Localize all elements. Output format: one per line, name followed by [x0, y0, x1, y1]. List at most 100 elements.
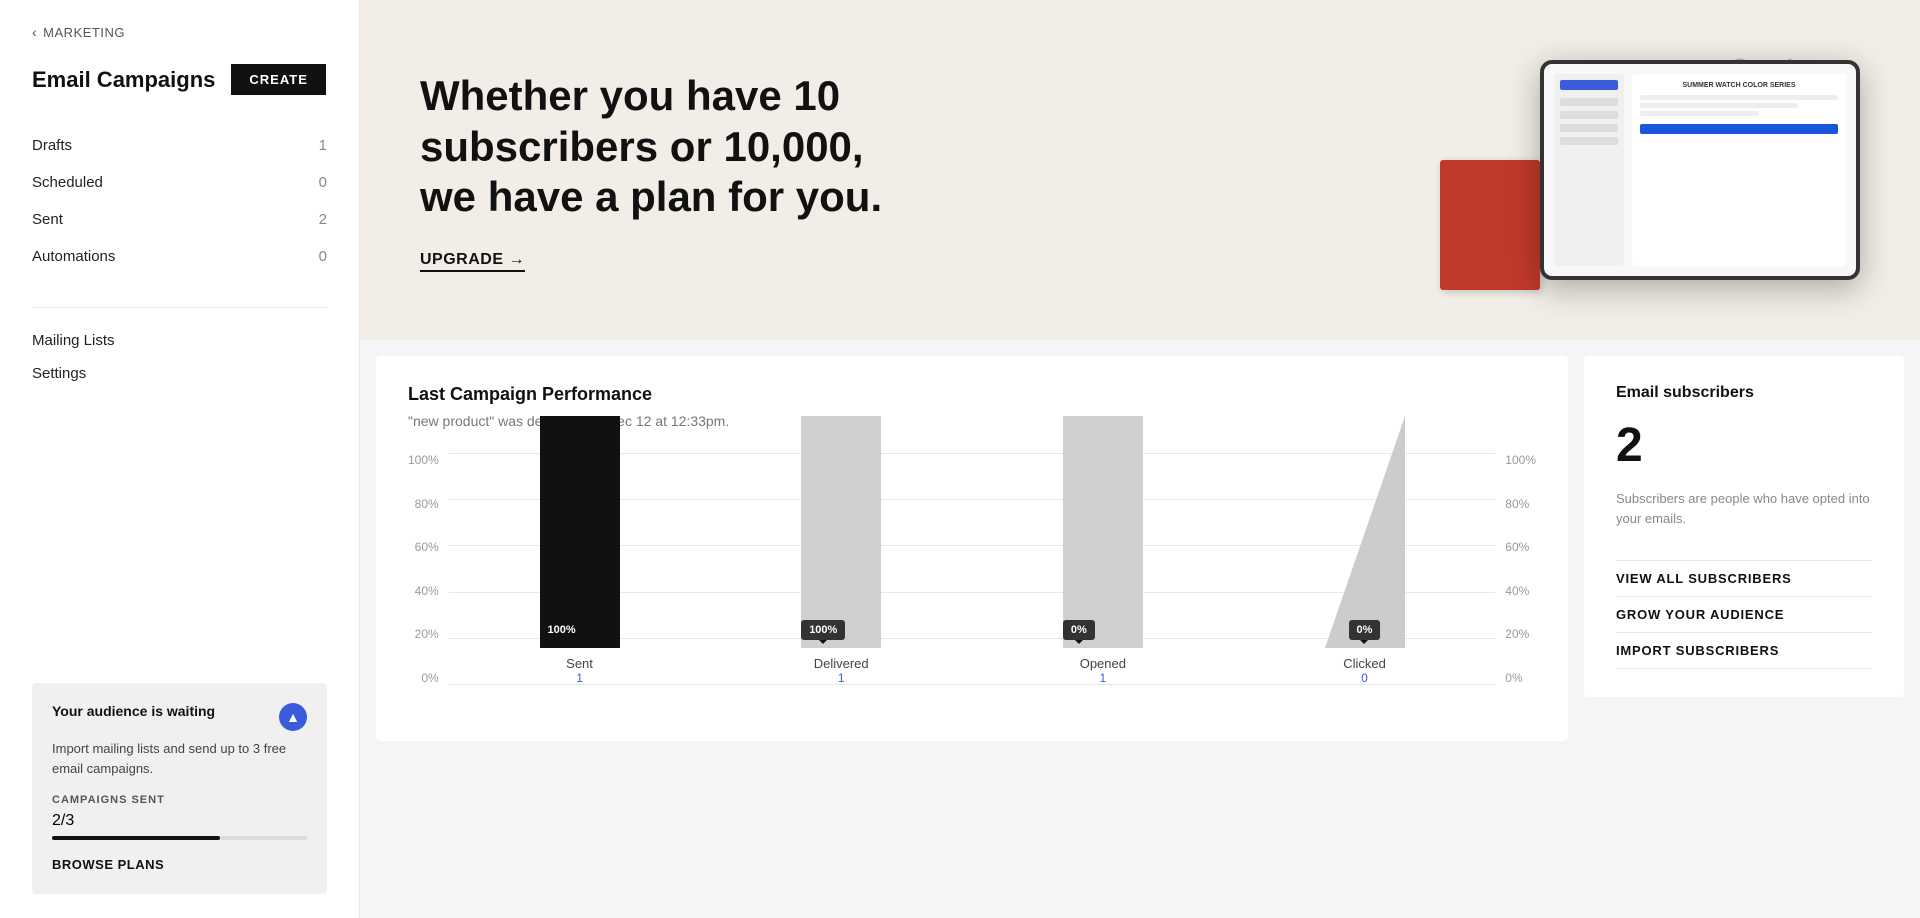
chart-y-axis-right: 100% 80% 60% 40% 20% 0% — [1495, 453, 1536, 713]
nav-label-mailing-lists: Mailing Lists — [32, 332, 115, 349]
chart-container: 100% 80% 60% 40% 20% 0% — [408, 453, 1536, 713]
chart-bars-area: 100% Sent 1 100% — [449, 453, 1496, 713]
nav-divider — [32, 307, 327, 308]
performance-card: Last Campaign Performance "new product" … — [376, 356, 1568, 741]
campaigns-sent-label: CAMPAIGNS SENT — [52, 794, 307, 806]
y-label-20-right: 20% — [1505, 627, 1529, 641]
browse-plans-button[interactable]: BROWSE PLANS — [52, 857, 164, 872]
chart-y-axis-left: 100% 80% 60% 40% 20% 0% — [408, 453, 449, 713]
nav-item-scheduled[interactable]: Scheduled 0 — [32, 164, 327, 201]
import-subscribers-link[interactable]: IMPORT SUBSCRIBERS — [1616, 632, 1872, 669]
nav-count-drafts: 1 — [319, 137, 327, 154]
nav-item-automations[interactable]: Automations 0 — [32, 238, 327, 275]
bar-label-clicked: Clicked 0 — [1343, 656, 1386, 685]
nav-label-sent: Sent — [32, 211, 63, 228]
bar-tooltip-opened: 0% — [1063, 620, 1095, 640]
campaigns-sent-value: 2/3 — [52, 812, 74, 830]
bar-label-opened-text: Opened — [1080, 656, 1126, 671]
upgrade-link[interactable]: UPGRADE → — [420, 251, 525, 272]
create-button[interactable]: CREATE — [231, 64, 325, 95]
nav-item-drafts[interactable]: Drafts 1 — [32, 127, 327, 164]
bar-opened: 0% — [1063, 416, 1143, 648]
bar-fill-delivered: 100% — [801, 416, 881, 648]
y-label-60-left: 60% — [415, 540, 439, 554]
promo-title: Your audience is waiting — [52, 703, 215, 719]
y-label-0-right: 0% — [1505, 671, 1522, 685]
bar-group-opened: 0% Opened 1 — [980, 416, 1226, 685]
progress-bar-fill — [52, 836, 220, 840]
red-notebook-decoration — [1440, 160, 1540, 290]
bar-tooltip-sent: 100% — [540, 620, 584, 640]
y-label-40-right: 40% — [1505, 584, 1529, 598]
back-link[interactable]: ‹ MARKETING — [32, 24, 327, 40]
y-label-80-right: 80% — [1505, 497, 1529, 511]
sidebar: ‹ MARKETING Email Campaigns CREATE Draft… — [0, 0, 360, 918]
nav-label-drafts: Drafts — [32, 137, 72, 154]
campaigns-sent-row: 2/3 — [52, 812, 307, 830]
hero-image-area: SUMMER WATCH COLOR SERIES — [1380, 40, 1860, 300]
y-label-80-left: 80% — [415, 497, 439, 511]
sidebar-header: Email Campaigns CREATE — [32, 64, 327, 95]
nav-label-automations: Automations — [32, 248, 115, 265]
bar-group-delivered: 100% Delivered 1 — [718, 416, 964, 685]
nav-links: Mailing Lists Settings — [32, 324, 327, 390]
progress-bar-background — [52, 836, 307, 840]
tablet-sidebar-mockup — [1554, 74, 1624, 266]
tablet-mockup: SUMMER WATCH COLOR SERIES — [1540, 60, 1860, 280]
page-title: Email Campaigns — [32, 67, 215, 93]
bar-delivered: 100% — [801, 416, 881, 648]
bar-sublabel-sent: 1 — [566, 671, 593, 685]
tablet-screen: SUMMER WATCH COLOR SERIES — [1544, 64, 1856, 276]
back-label: MARKETING — [43, 25, 125, 40]
y-label-0-left: 0% — [421, 671, 438, 685]
y-label-100-right: 100% — [1505, 453, 1536, 467]
bar-sublabel-clicked: 0 — [1343, 671, 1386, 685]
subscribers-title: Email subscribers — [1616, 384, 1872, 402]
bar-group-clicked: 0% Clicked 0 — [1242, 416, 1488, 685]
main-content: Whether you have 10 subscribers or 10,00… — [360, 0, 1920, 918]
bar-sublabel-delivered: 1 — [814, 671, 869, 685]
y-label-100-left: 100% — [408, 453, 439, 467]
content-area: Last Campaign Performance "new product" … — [360, 340, 1920, 757]
nav-campaigns: Drafts 1 Scheduled 0 Sent 2 Automations … — [32, 127, 327, 275]
nav-item-mailing-lists[interactable]: Mailing Lists — [32, 324, 327, 357]
bar-sublabel-opened: 1 — [1080, 671, 1126, 685]
y-label-60-right: 60% — [1505, 540, 1529, 554]
bar-tooltip-delivered: 100% — [801, 620, 845, 640]
tablet-content-mockup: SUMMER WATCH COLOR SERIES — [1632, 74, 1846, 266]
grow-audience-link[interactable]: GROW YOUR AUDIENCE — [1616, 596, 1872, 632]
nav-count-automations: 0 — [319, 248, 327, 265]
promo-card: Your audience is waiting ▲ Import mailin… — [32, 683, 327, 894]
bar-label-clicked-text: Clicked — [1343, 656, 1386, 671]
nav-item-sent[interactable]: Sent 2 — [32, 201, 327, 238]
promo-text: Import mailing lists and send up to 3 fr… — [52, 739, 307, 778]
nav-count-scheduled: 0 — [319, 174, 327, 191]
bar-clicked: 0% — [1325, 416, 1405, 648]
bar-sent: 100% — [540, 416, 620, 648]
arrow-up-icon: ▲ — [286, 709, 300, 725]
nav-label-settings: Settings — [32, 365, 86, 382]
nav-item-settings[interactable]: Settings — [32, 357, 327, 390]
bars-row: 100% Sent 1 100% — [449, 453, 1496, 685]
bar-fill-opened: 0% — [1063, 416, 1143, 648]
subscribers-card: Email subscribers 2 Subscribers are peop… — [1584, 356, 1904, 697]
clicked-triangle-svg — [1325, 416, 1405, 648]
y-label-20-left: 20% — [415, 627, 439, 641]
bar-label-delivered-text: Delivered — [814, 656, 869, 671]
bar-label-sent-text: Sent — [566, 656, 593, 671]
nav-label-scheduled: Scheduled — [32, 174, 103, 191]
bar-clicked-area: 0% — [1325, 416, 1405, 648]
y-label-40-left: 40% — [415, 584, 439, 598]
bar-tooltip-clicked: 0% — [1349, 620, 1381, 640]
promo-icon: ▲ — [279, 703, 307, 731]
hero-headline: Whether you have 10 subscribers or 10,00… — [420, 71, 900, 222]
promo-header: Your audience is waiting ▲ — [52, 703, 307, 731]
bar-label-delivered: Delivered 1 — [814, 656, 869, 685]
hero-banner: Whether you have 10 subscribers or 10,00… — [360, 0, 1920, 340]
performance-title: Last Campaign Performance — [408, 384, 1536, 405]
nav-count-sent: 2 — [319, 211, 327, 228]
bar-fill-sent: 100% — [540, 416, 620, 648]
bar-group-sent: 100% Sent 1 — [457, 416, 703, 685]
view-all-subscribers-link[interactable]: VIEW ALL SUBSCRIBERS — [1616, 560, 1872, 596]
bar-label-opened: Opened 1 — [1080, 656, 1126, 685]
